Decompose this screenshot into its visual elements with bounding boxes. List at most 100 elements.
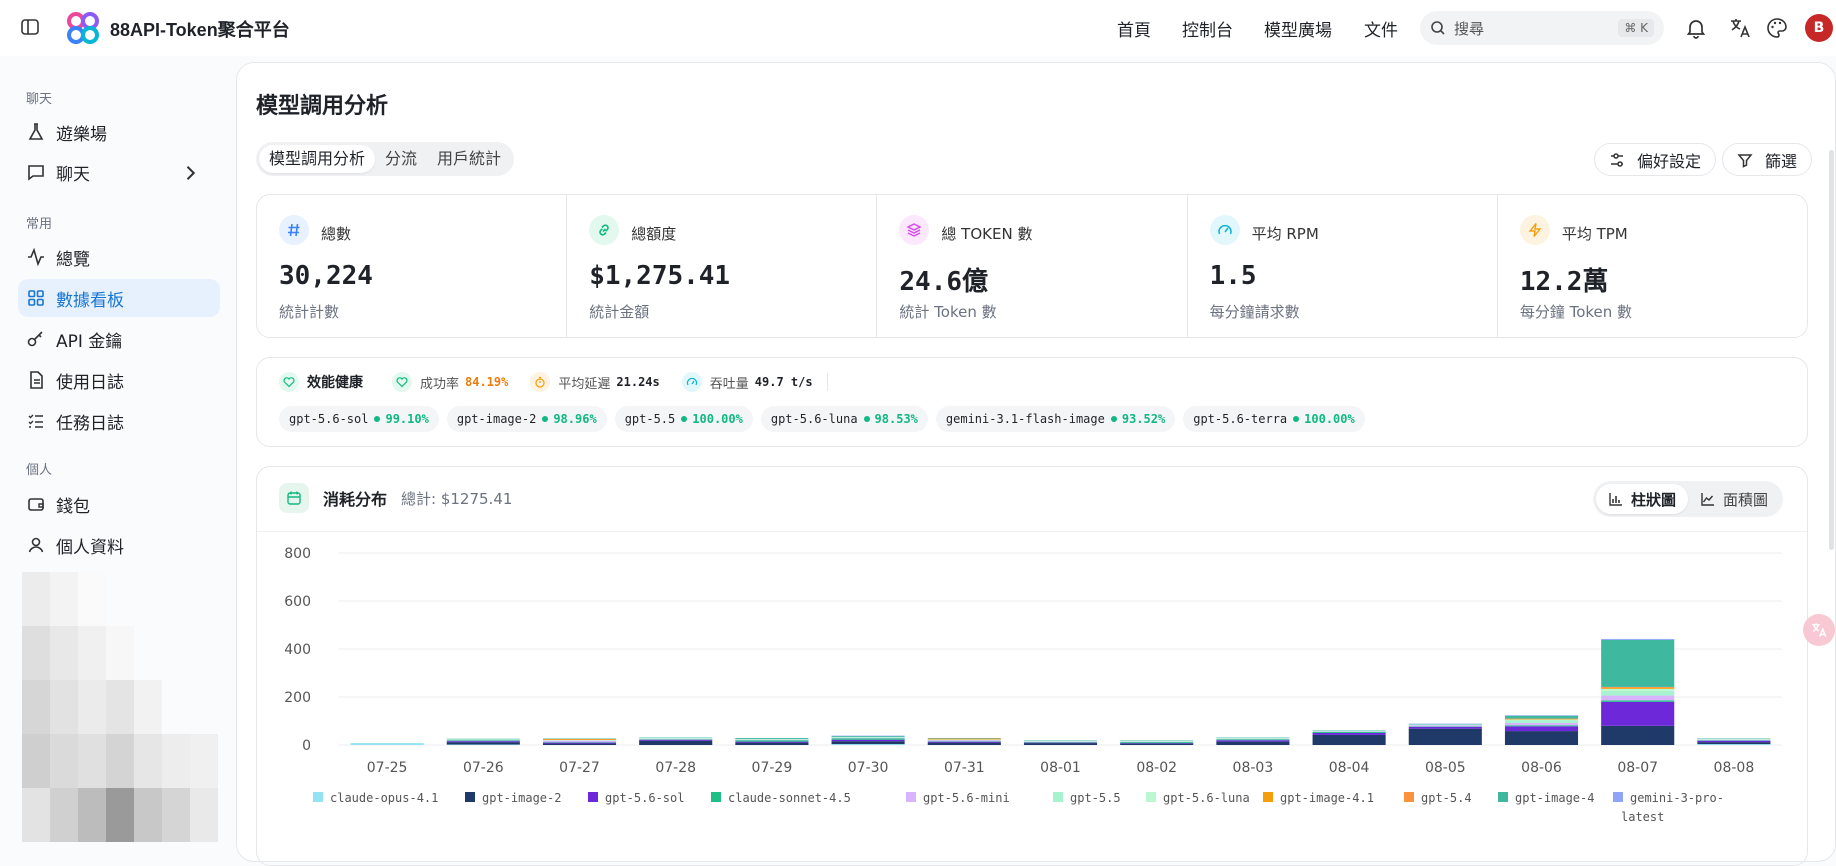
model-health-chip: gpt-5.6-sol99.10% — [279, 406, 439, 432]
filter-button[interactable]: 篩選 — [1722, 143, 1812, 176]
sidebar-item-wallet[interactable]: 錢包 — [18, 485, 220, 523]
search-icon — [1430, 20, 1446, 36]
layers-icon — [899, 215, 929, 245]
filter-label: 篩選 — [1765, 148, 1797, 172]
tab-routing[interactable]: 分流 — [375, 145, 427, 173]
bar-segment — [1505, 723, 1578, 725]
stat-sub: 每分鐘請求數 — [1210, 301, 1300, 322]
grid-icon — [26, 288, 46, 308]
bar-segment — [1601, 689, 1674, 691]
bar-segment — [543, 741, 616, 742]
stat-label: 總數 — [321, 223, 351, 244]
legend-swatch — [711, 792, 721, 802]
search-placeholder: 搜尋 — [1454, 18, 1618, 39]
bar-segment — [1409, 729, 1482, 745]
x-tick-label: 08-08 — [1714, 760, 1755, 776]
bar-segment — [735, 740, 808, 741]
bar-segment — [832, 736, 905, 737]
model-name: gemini-3.1-flash-image — [946, 412, 1105, 426]
nav-console[interactable]: 控制台 — [1182, 16, 1233, 41]
bar-segment — [1505, 721, 1578, 723]
sidebar-item-label: 個人資料 — [56, 533, 124, 558]
bar-chart-icon — [1608, 492, 1623, 507]
sidebar-item-chat[interactable]: 聊天 — [18, 153, 220, 191]
stat-value: 12.2萬 — [1520, 261, 1609, 298]
sidebar-item-task-log[interactable]: 任務日誌 — [18, 402, 220, 440]
bar-segment — [1601, 696, 1674, 701]
calendar-icon — [279, 483, 309, 513]
legend-label: gpt-5.6-sol — [605, 791, 684, 805]
bar-segment — [1601, 691, 1674, 696]
x-tick-label: 07-30 — [848, 760, 889, 776]
consumption-title: 消耗分布 — [323, 486, 387, 510]
success-heart-icon — [392, 372, 412, 392]
logo-icon[interactable] — [66, 12, 100, 44]
model-success-pct: 99.10% — [385, 412, 428, 426]
nav-model-plaza[interactable]: 模型廣場 — [1264, 16, 1332, 41]
bar-segment — [832, 738, 905, 739]
x-tick-label: 07-31 — [944, 760, 985, 776]
hash-icon — [279, 215, 309, 245]
model-success-pct: 100.00% — [1304, 412, 1355, 426]
bar-segment — [1216, 740, 1289, 741]
bar-segment — [832, 744, 905, 745]
status-dot — [1111, 416, 1117, 422]
bar-segment — [1313, 732, 1386, 733]
sidebar-item-label: 任務日誌 — [56, 409, 124, 434]
sidebar-item-label: 總覽 — [56, 245, 90, 270]
sidebar-toggle-icon[interactable] — [20, 17, 40, 37]
link-icon — [589, 215, 619, 245]
sidebar-section-personal: 個人 — [26, 459, 52, 478]
chat-icon — [26, 162, 46, 182]
bar-segment — [1024, 743, 1097, 745]
sidebar-item-dashboard[interactable]: 數據看板 — [18, 279, 220, 317]
legend-label: gpt-image-4.1 — [1280, 791, 1374, 805]
stat-sub: 統計計數 — [279, 301, 339, 322]
nav-home[interactable]: 首頁 — [1117, 16, 1151, 41]
sidebar-item-api-keys[interactable]: API 金鑰 — [18, 320, 220, 358]
performance-health-card: 效能健康 成功率 84.19% 平均延遲 21.24s 吞吐量 49.7 t/s… — [256, 357, 1808, 447]
model-health-chip: gpt-image-298.96% — [447, 406, 607, 432]
bar-segment — [1697, 742, 1770, 744]
page-scrollbar[interactable] — [1829, 150, 1834, 550]
stat-value: 30,224 — [279, 261, 373, 291]
legend-label-wrap: latest — [1621, 810, 1664, 824]
app-title[interactable]: 88API-Token聚合平台 — [110, 16, 290, 42]
search-input[interactable]: 搜尋 ⌘ K — [1420, 11, 1664, 45]
sidebar-item-playground[interactable]: 遊樂場 — [18, 113, 220, 151]
user-icon — [26, 535, 46, 555]
bar-segment — [832, 741, 905, 744]
area-chart-button[interactable]: 面積圖 — [1688, 484, 1780, 514]
bell-icon[interactable] — [1684, 16, 1708, 40]
bar-segment — [1601, 687, 1674, 688]
x-tick-label: 08-06 — [1521, 760, 1562, 776]
filter-icon — [1737, 152, 1753, 168]
model-success-pct: 98.53% — [875, 412, 918, 426]
legend-swatch — [906, 792, 916, 802]
consumption-header: 消耗分布 總計: $1275.41 — [279, 483, 512, 513]
legend-label: gemini-3-pro- — [1630, 791, 1724, 805]
sidebar-item-label: 數據看板 — [56, 286, 124, 311]
sidebar-item-profile[interactable]: 個人資料 — [18, 526, 220, 564]
nav-docs[interactable]: 文件 — [1364, 16, 1398, 41]
palette-icon[interactable] — [1765, 16, 1789, 40]
bar-segment — [639, 741, 712, 745]
document-icon — [26, 370, 46, 390]
preferences-button[interactable]: 偏好設定 — [1594, 143, 1716, 176]
bar-segment — [735, 738, 808, 739]
stat-label: 總額度 — [631, 223, 676, 244]
bar-segment — [1505, 716, 1578, 719]
translate-float-button[interactable] — [1803, 614, 1835, 646]
chevron-right-icon[interactable] — [180, 163, 200, 183]
translate-icon[interactable] — [1728, 16, 1752, 40]
sidebar-item-overview[interactable]: 總覽 — [18, 238, 220, 276]
sidebar-item-usage-log[interactable]: 使用日誌 — [18, 361, 220, 399]
tab-model-analysis[interactable]: 模型調用分析 — [259, 145, 375, 173]
legend-swatch — [1613, 792, 1623, 802]
x-tick-label: 08-03 — [1233, 760, 1274, 776]
analysis-tabs: 模型調用分析 分流 用戶統計 — [256, 142, 514, 176]
bar-segment — [1697, 741, 1770, 742]
tab-user-stats[interactable]: 用戶統計 — [427, 145, 511, 173]
bar-chart-button[interactable]: 柱狀圖 — [1596, 484, 1688, 514]
user-avatar[interactable]: B — [1805, 14, 1833, 42]
